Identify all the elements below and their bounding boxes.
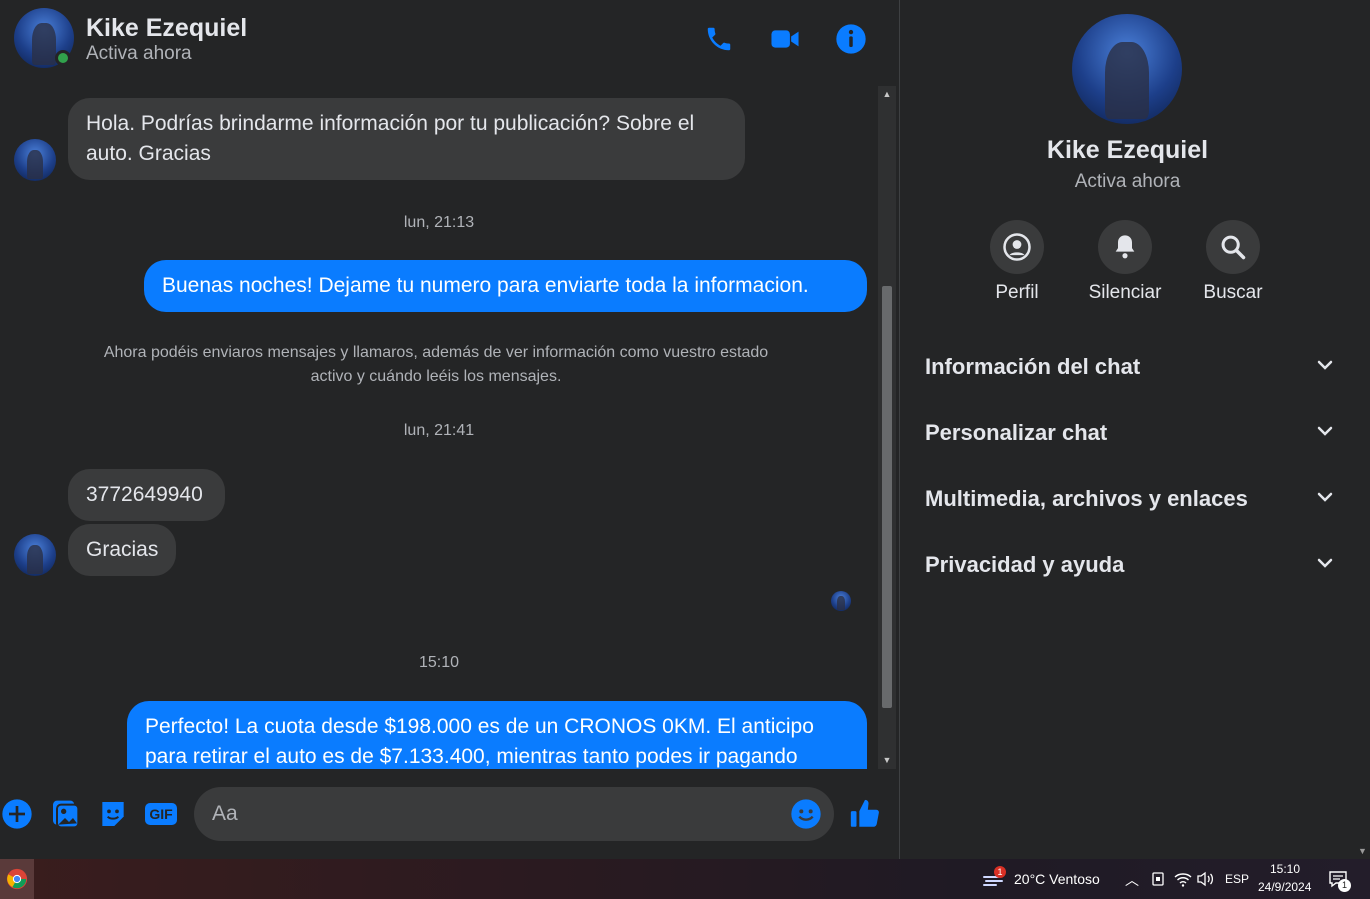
sender-avatar[interactable] (14, 534, 56, 576)
outgoing-message[interactable]: Buenas noches! Dejame tu numero para env… (144, 260, 867, 312)
mute-label: Silenciar (1088, 282, 1162, 303)
scroll-thumb[interactable] (882, 286, 892, 708)
image-icon[interactable] (48, 797, 82, 831)
page-scrollbar[interactable]: ▼ (1354, 0, 1370, 859)
message-list[interactable]: Hola. Podrías brindarme información por … (0, 86, 878, 769)
wifi-icon[interactable] (1174, 871, 1192, 892)
search-icon (1206, 220, 1260, 274)
chevron-down-icon (1315, 355, 1335, 380)
language-indicator[interactable]: ESP (1225, 872, 1249, 886)
clock-time[interactable]: 15:10 (1270, 862, 1300, 876)
scroll-down-arrow[interactable]: ▼ (1358, 846, 1367, 856)
weather-text[interactable]: 20°C Ventoso (1014, 871, 1100, 887)
section-media-files-links[interactable]: Multimedia, archivos y enlaces (925, 479, 1335, 519)
video-call-icon[interactable] (768, 22, 802, 56)
section-privacy-help[interactable]: Privacidad y ayuda (925, 545, 1335, 585)
chevron-down-icon (1315, 487, 1335, 512)
info-icon[interactable] (834, 22, 868, 56)
outgoing-message[interactable]: Perfecto! La cuota desde $198.000 es de … (127, 701, 867, 769)
gif-icon[interactable]: GIF (144, 797, 178, 831)
speaker-icon[interactable] (1196, 871, 1214, 892)
contact-status: Activa ahora (86, 43, 192, 64)
chevron-up-icon[interactable]: ︿ (1125, 870, 1139, 890)
emoji-icon[interactable] (789, 797, 823, 831)
message-input[interactable] (194, 787, 834, 841)
weather-alert-badge: 1 (994, 866, 1006, 878)
section-label: Información del chat (925, 354, 1141, 379)
bell-icon (1098, 220, 1152, 274)
profile-status: Activa ahora (1074, 171, 1181, 192)
search-button[interactable]: Buscar (1178, 220, 1288, 304)
section-chat-info[interactable]: Información del chat (925, 347, 1335, 387)
weather-icon[interactable]: 1 (982, 866, 1006, 889)
conversation-info-panel: Kike Ezequiel Activa ahora Perfil Silenc… (899, 0, 1354, 859)
search-label: Buscar (1203, 282, 1263, 303)
profile-name: Kike Ezequiel (1046, 136, 1209, 164)
scroll-down-arrow[interactable]: ▼ (878, 753, 896, 767)
timestamp: lun, 21:41 (403, 422, 475, 439)
notifications-icon[interactable]: 1 (1328, 869, 1351, 894)
section-label: Multimedia, archivos y enlaces (925, 486, 1248, 511)
phone-call-icon[interactable] (702, 22, 736, 56)
timestamp: 15:10 (418, 654, 460, 671)
chat-header: Kike Ezequiel Activa ahora (0, 0, 898, 80)
section-customize-chat[interactable]: Personalizar chat (925, 413, 1335, 453)
gif-label: GIF (145, 803, 177, 825)
clock-date[interactable]: 24/9/2024 (1258, 880, 1311, 894)
read-receipt-avatar (831, 591, 851, 611)
profile-button[interactable]: Perfil (962, 220, 1072, 304)
online-indicator (55, 50, 71, 66)
thumbs-up-icon[interactable] (848, 797, 882, 831)
section-label: Personalizar chat (925, 420, 1108, 445)
profile-label: Perfil (995, 282, 1039, 303)
plus-icon[interactable] (0, 797, 34, 831)
scroll-up-arrow[interactable]: ▲ (878, 87, 896, 101)
incoming-message[interactable]: 3772649940 (68, 469, 225, 521)
section-label: Privacidad y ayuda (925, 552, 1125, 577)
incoming-message[interactable]: Hola. Podrías brindarme información por … (68, 98, 745, 180)
network-device-icon[interactable] (1150, 870, 1166, 893)
system-notice: Ahora podéis enviaros mensajes y llamaro… (103, 344, 769, 385)
mute-button[interactable]: Silenciar (1070, 220, 1180, 304)
sticker-icon[interactable] (96, 797, 130, 831)
messenger-app: Kike Ezequiel Activa ahora Hola. Podrías… (0, 0, 1370, 899)
notification-count-badge: 1 (1338, 879, 1351, 892)
incoming-message[interactable]: Gracias (68, 524, 176, 576)
chat-pane: Kike Ezequiel Activa ahora Hola. Podrías… (0, 0, 898, 859)
chevron-down-icon (1315, 421, 1335, 446)
chrome-icon[interactable] (0, 859, 34, 899)
profile-icon (990, 220, 1044, 274)
sender-avatar[interactable] (14, 139, 56, 181)
contact-name[interactable]: Kike Ezequiel (86, 14, 247, 43)
chevron-down-icon (1315, 553, 1335, 578)
timestamp: lun, 21:13 (403, 214, 475, 231)
profile-avatar[interactable] (1072, 14, 1182, 124)
